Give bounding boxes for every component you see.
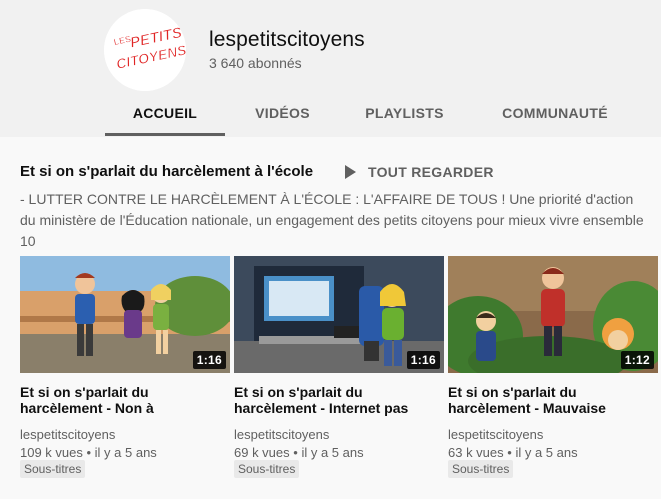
tab-playlists[interactable]: PLAYLISTS (352, 92, 457, 136)
video-card: 1:12 Et si on s'parlait du harcèlement -… (448, 256, 658, 478)
video-metadata: 109 k vues • il y a 5 ans (20, 445, 157, 460)
upload-age: il y a 5 ans (515, 445, 578, 460)
subtitles-badge: Sous-titres (234, 460, 300, 478)
meta-separator: • (289, 445, 302, 460)
channel-name: lespetitscitoyens (209, 28, 365, 51)
view-count: 109 k vues (20, 445, 83, 460)
play-icon (345, 165, 356, 179)
channel-logo: LES PETITS CITOYENS (104, 9, 186, 91)
play-all-label: TOUT REGARDER (368, 164, 494, 180)
channel-header: LES PETITS CITOYENS lespetitscitoyens 3 … (0, 0, 661, 137)
video-thumbnail[interactable]: 1:12 (448, 256, 658, 373)
video-title[interactable]: Et si on s'parlait du harcèlement - Mauv… (448, 384, 638, 416)
video-channel-name[interactable]: lespetitscitoyens (234, 427, 329, 442)
video-metadata: 69 k vues • il y a 5 ans (234, 445, 364, 460)
section-description: - LUTTER CONTRE LE HARCÈLEMENT À L'ÉCOLE… (20, 191, 644, 249)
video-channel-name[interactable]: lespetitscitoyens (448, 427, 543, 442)
video-duration: 1:12 (620, 351, 654, 369)
video-duration: 1:16 (406, 351, 440, 369)
upload-age: il y a 5 ans (94, 445, 157, 460)
view-count: 63 k vues (448, 445, 504, 460)
view-count: 69 k vues (234, 445, 290, 460)
subtitles-badge: Sous-titres (448, 460, 514, 478)
video-metadata: 63 k vues • il y a 5 ans (448, 445, 578, 460)
tab-accueil[interactable]: ACCUEIL (105, 92, 225, 136)
tab-videos[interactable]: VIDÉOS (240, 92, 325, 136)
video-channel-name[interactable]: lespetitscitoyens (20, 427, 115, 442)
play-all-button[interactable]: TOUT REGARDER (340, 160, 494, 184)
video-duration: 1:16 (192, 351, 226, 369)
meta-separator: • (82, 445, 95, 460)
subtitles-badge: Sous-titres (20, 460, 86, 478)
video-title[interactable]: Et si on s'parlait du harcèlement - Non … (20, 384, 210, 416)
subscriber-count: 3 640 abonnés (209, 55, 302, 71)
upload-age: il y a 5 ans (301, 445, 364, 460)
video-card: 1:16 Et si on s'parlait du harcèlement -… (234, 256, 444, 478)
meta-separator: • (503, 445, 516, 460)
video-thumbnail[interactable]: 1:16 (20, 256, 230, 373)
tab-communaute[interactable]: COMMUNAUTÉ (485, 92, 625, 136)
video-thumbnail[interactable]: 1:16 (234, 256, 444, 373)
section-title[interactable]: Et si on s'parlait du harcèlement à l'éc… (20, 163, 313, 180)
channel-avatar[interactable]: LES PETITS CITOYENS (104, 9, 186, 91)
video-card: 1:16 Et si on s'parlait du harcèlement -… (20, 256, 230, 478)
video-title[interactable]: Et si on s'parlait du harcèlement - Inte… (234, 384, 424, 416)
